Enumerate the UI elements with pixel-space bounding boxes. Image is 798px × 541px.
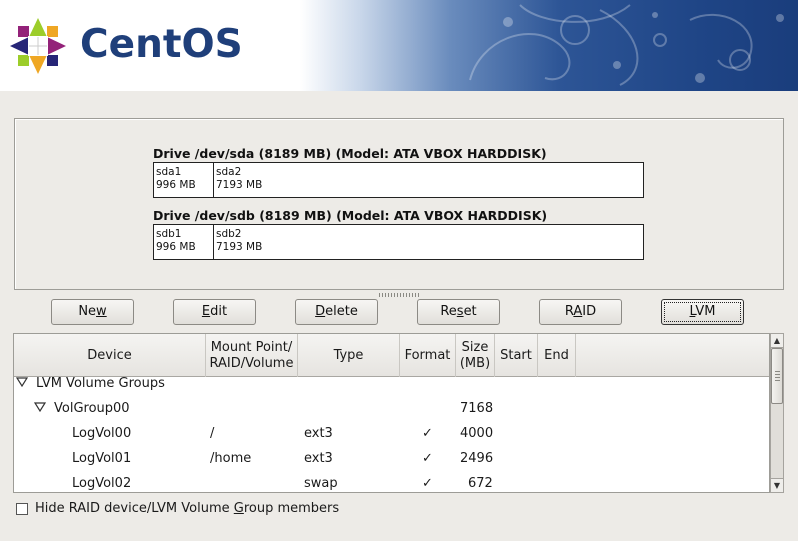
column-header-device-label: Device <box>87 347 132 363</box>
column-header-format-label: Format <box>404 347 451 363</box>
column-header-type[interactable]: Type <box>298 334 400 377</box>
table-row-lvm-volume-groups[interactable]: LVM Volume Groups <box>14 372 769 397</box>
mount-point-cell: /home <box>210 451 252 466</box>
size-cell: 7168 <box>460 401 494 416</box>
format-check-icon: ✓ <box>422 451 433 466</box>
device-cell: LVM Volume Groups <box>36 376 165 391</box>
column-header-type-label: Type <box>333 347 364 363</box>
lvm-button[interactable]: LVM <box>661 299 744 325</box>
edit-button-label-rest: dit <box>210 304 228 319</box>
partition-sda1[interactable]: sda1 996 MB <box>154 163 214 197</box>
drive-sda-bar: sda1 996 MB sda2 7193 MB <box>153 162 644 198</box>
reset-button-mnemonic: s <box>456 304 464 319</box>
raid-button[interactable]: RAID <box>539 299 622 325</box>
hide-members-label-start: Hide RAID device/LVM Volume <box>35 501 234 516</box>
table-vertical-scrollbar[interactable]: ▲ ▼ <box>770 333 784 493</box>
scroll-up-arrow-icon[interactable]: ▲ <box>771 334 783 348</box>
device-cell: VolGroup00 <box>54 401 130 416</box>
expander-triangle-icon[interactable] <box>16 377 28 387</box>
type-cell: ext3 <box>304 426 333 441</box>
hide-members-label-end: roup members <box>243 501 340 516</box>
column-header-mount-line1: Mount Point/ <box>210 339 293 355</box>
column-header-size-line2: (MB) <box>459 355 491 371</box>
size-cell: 4000 <box>460 426 494 441</box>
partition-tree-table: Device Mount Point/ RAID/Volume Type For… <box>13 333 770 493</box>
column-header-mount-point[interactable]: Mount Point/ RAID/Volume <box>206 334 298 377</box>
partition-size: 996 MB <box>156 179 196 191</box>
device-cell: LogVol00 <box>72 426 132 441</box>
scroll-down-arrow-icon[interactable]: ▼ <box>771 478 783 492</box>
column-header-start[interactable]: Start <box>495 334 538 377</box>
table-row-logvol01[interactable]: LogVol01 /home ext3 ✓ 2496 <box>14 447 769 472</box>
hide-members-label: Hide RAID device/LVM Volume Group member… <box>35 501 339 516</box>
format-check-icon: ✓ <box>422 476 433 491</box>
edit-button[interactable]: Edit <box>173 299 256 325</box>
partition-name: sda2 <box>216 166 242 178</box>
edit-button-mnemonic: E <box>201 304 211 319</box>
hide-members-mnemonic: G <box>233 501 244 516</box>
device-cell: LogVol02 <box>72 476 132 491</box>
column-header-start-label: Start <box>500 347 532 363</box>
lvm-button-label-rest: VM <box>695 304 716 319</box>
drive-sda-title: Drive /dev/sda (8189 MB) (Model: ATA VBO… <box>153 146 547 161</box>
table-row-logvol00[interactable]: LogVol00 / ext3 ✓ 4000 <box>14 422 769 447</box>
size-cell: 672 <box>468 476 493 491</box>
partition-size: 996 MB <box>156 241 196 253</box>
scrollbar-thumb[interactable] <box>771 348 783 404</box>
centos-logo-icon <box>10 18 66 74</box>
column-header-size[interactable]: Size (MB) <box>456 334 495 377</box>
column-header-end-label: End <box>544 347 569 363</box>
new-button-label: Ne <box>78 304 97 319</box>
reset-button-label-rest: et <box>463 304 477 319</box>
table-row-volgroup00[interactable]: VolGroup00 7168 <box>14 397 769 422</box>
new-button[interactable]: New <box>51 299 134 325</box>
centos-banner: CentOS <box>0 0 798 91</box>
drive-sdb-bar: sdb1 996 MB sdb2 7193 MB <box>153 224 644 260</box>
raid-button-mnemonic: A <box>573 304 583 319</box>
hide-members-checkbox[interactable] <box>16 502 28 515</box>
brand-wordmark: CentOS <box>80 22 243 67</box>
mount-point-cell: / <box>210 426 215 441</box>
drive-sdb-title: Drive /dev/sdb (8189 MB) (Model: ATA VBO… <box>153 208 548 223</box>
table-row-logvol02[interactable]: LogVol02 swap ✓ 672 <box>14 472 769 492</box>
raid-button-label-rest: ID <box>582 304 597 319</box>
pane-resize-handle[interactable] <box>379 293 419 297</box>
partition-size: 7193 MB <box>216 241 263 253</box>
column-header-size-line1: Size <box>461 339 489 355</box>
partition-size: 7193 MB <box>216 179 263 191</box>
partition-sdb1[interactable]: sdb1 996 MB <box>154 225 214 259</box>
new-button-mnemonic: w <box>96 304 107 319</box>
delete-button-mnemonic: D <box>315 304 326 319</box>
partition-name: sdb2 <box>216 228 242 240</box>
column-header-end[interactable]: End <box>538 334 576 377</box>
delete-button[interactable]: Delete <box>295 299 378 325</box>
size-cell: 2496 <box>460 451 494 466</box>
reset-button[interactable]: Reset <box>417 299 500 325</box>
partition-sdb2[interactable]: sdb2 7193 MB <box>214 225 643 259</box>
partition-sda2[interactable]: sda2 7193 MB <box>214 163 643 197</box>
partition-name: sdb1 <box>156 228 182 240</box>
column-header-format[interactable]: Format <box>400 334 456 377</box>
thumb-grip-icon <box>775 371 780 381</box>
column-header-mount-line2: RAID/Volume <box>209 355 294 371</box>
delete-button-label-rest: elete <box>325 304 358 319</box>
reset-button-label: Re <box>440 304 457 319</box>
column-header-device[interactable]: Device <box>14 334 206 377</box>
drive-map-panel <box>14 118 784 290</box>
format-check-icon: ✓ <box>422 426 433 441</box>
device-cell: LogVol01 <box>72 451 132 466</box>
expander-triangle-icon[interactable] <box>34 402 46 412</box>
table-header: Device Mount Point/ RAID/Volume Type For… <box>14 334 769 377</box>
hide-raid-lvm-members-option[interactable]: Hide RAID device/LVM Volume Group member… <box>16 501 339 516</box>
partition-name: sda1 <box>156 166 182 178</box>
type-cell: swap <box>304 476 338 491</box>
type-cell: ext3 <box>304 451 333 466</box>
